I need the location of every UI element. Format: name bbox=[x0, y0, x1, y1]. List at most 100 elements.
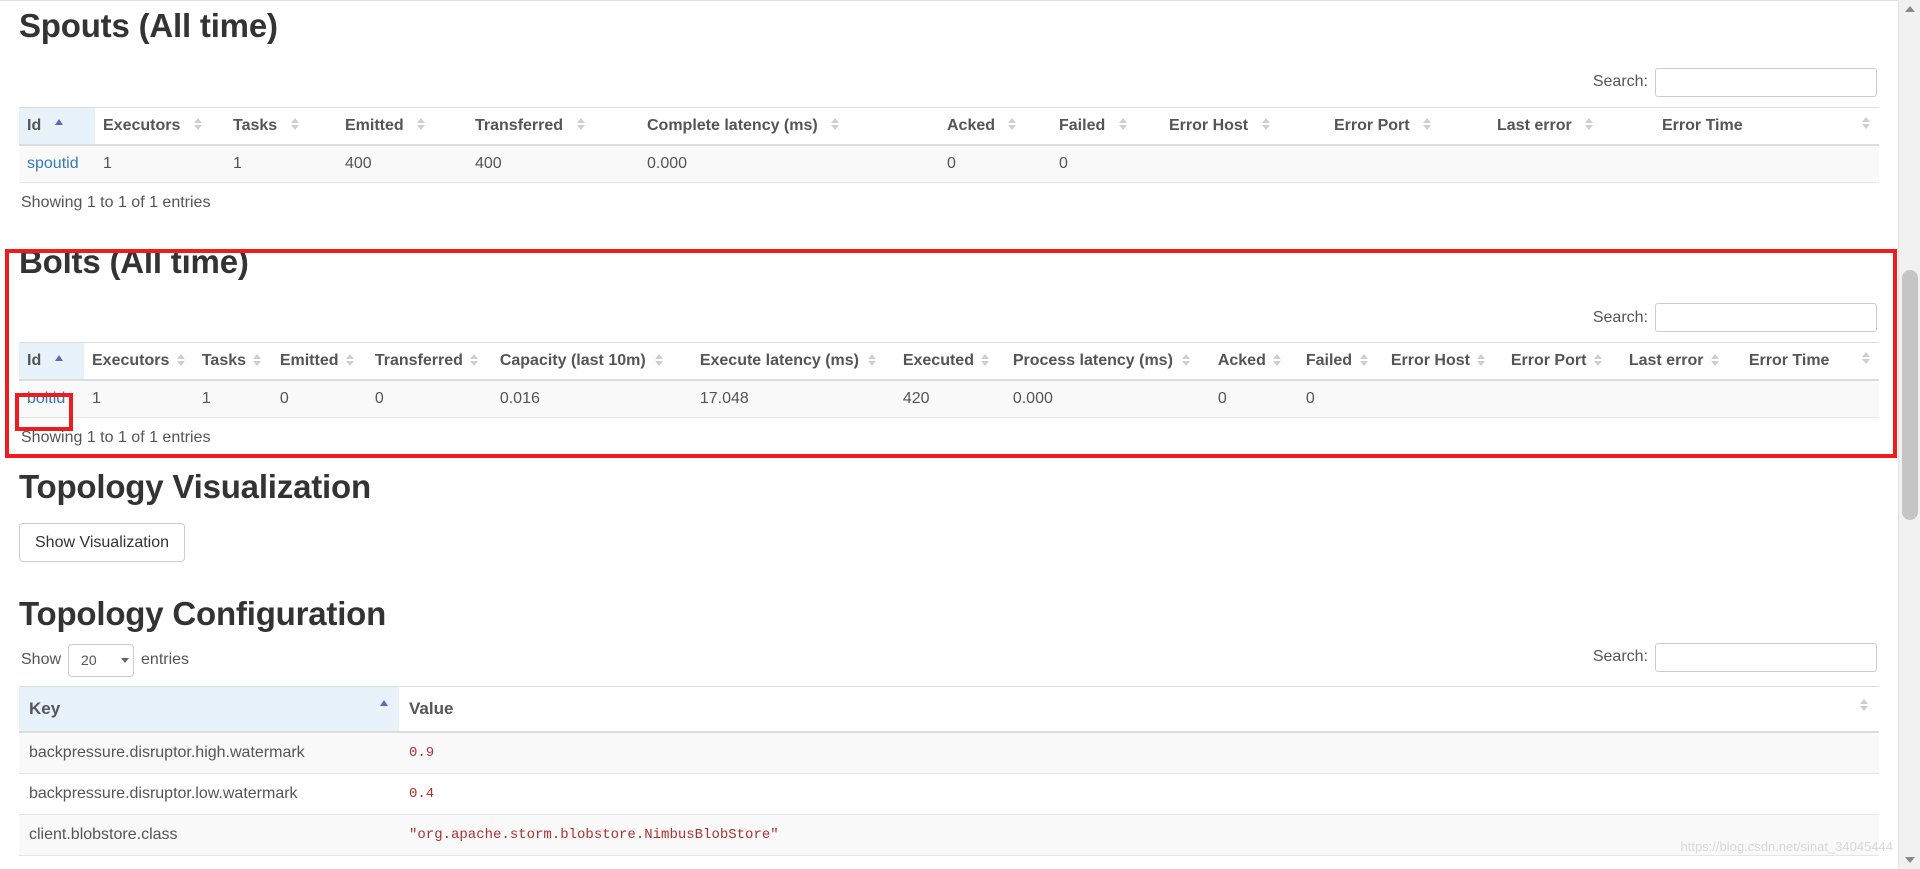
config-col-key[interactable]: Key bbox=[19, 685, 399, 733]
bolts-col-error-time[interactable]: Error Time bbox=[1740, 342, 1879, 382]
visualization-heading: Topology Visualization bbox=[19, 468, 371, 506]
config-show-label: Show bbox=[21, 651, 62, 669]
bolts-col-error-host[interactable]: Error Host bbox=[1382, 342, 1503, 382]
bolts-col-error-port[interactable]: Error Port bbox=[1502, 342, 1621, 382]
bolts-col-emitted[interactable]: Emitted bbox=[271, 342, 367, 382]
sort-both-icon bbox=[1359, 353, 1369, 367]
sort-both-icon bbox=[1181, 353, 1191, 367]
spouts-col-id[interactable]: Id bbox=[19, 106, 95, 146]
sort-asc-icon bbox=[54, 354, 64, 366]
config-table-body: backpressure.disruptor.high.watermark 0.… bbox=[19, 731, 1879, 856]
sort-both-icon bbox=[469, 353, 479, 367]
spout-emitted-cell: 400 bbox=[337, 144, 467, 183]
bolts-col-process-latency[interactable]: Process latency (ms) bbox=[1004, 342, 1210, 382]
bolts-col-transferred[interactable]: Transferred bbox=[366, 342, 492, 382]
sort-both-icon bbox=[416, 117, 426, 131]
table-row: boltid 1 1 0 0 0.016 17.048 420 0.000 0 … bbox=[19, 380, 1879, 419]
spouts-col-complete-latency[interactable]: Complete latency (ms) bbox=[639, 106, 939, 146]
bolt-executed-cell: 420 bbox=[894, 380, 1005, 419]
config-col-value[interactable]: Value bbox=[399, 685, 1879, 733]
bolt-id-link[interactable]: boltid bbox=[27, 390, 65, 407]
bolt-acked-cell: 0 bbox=[1209, 380, 1298, 419]
bolts-col-tasks[interactable]: Tasks bbox=[193, 342, 272, 382]
spout-id-link[interactable]: spoutid bbox=[27, 155, 79, 172]
sort-both-icon bbox=[1118, 117, 1128, 131]
spouts-col-transferred[interactable]: Transferred bbox=[467, 106, 639, 146]
page-top-divider bbox=[0, 0, 1898, 1]
spouts-col-error-port[interactable]: Error Port bbox=[1326, 106, 1489, 146]
scrollbar-thumb[interactable] bbox=[1902, 270, 1918, 520]
sort-asc-icon bbox=[379, 698, 389, 710]
sort-both-icon bbox=[1593, 353, 1603, 367]
bolts-col-id[interactable]: Id bbox=[19, 342, 84, 382]
config-key-cell: backpressure.disruptor.high.watermark bbox=[19, 731, 399, 774]
bolts-col-execute-latency[interactable]: Execute latency (ms) bbox=[691, 342, 895, 382]
config-search-label: Search: bbox=[1592, 648, 1648, 666]
show-visualization-button[interactable]: Show Visualization bbox=[19, 522, 186, 562]
spouts-col-last-error[interactable]: Last error bbox=[1489, 106, 1654, 146]
spout-acked-cell: 0 bbox=[939, 144, 1051, 183]
spouts-col-error-time[interactable]: Error Time bbox=[1654, 106, 1879, 146]
table-row: backpressure.disruptor.low.watermark 0.4 bbox=[19, 773, 1879, 815]
config-search-input[interactable] bbox=[1655, 642, 1877, 672]
bolt-executors-cell: 1 bbox=[84, 380, 194, 419]
spouts-table-head: Id Executors Tasks Emitted Transferred C… bbox=[19, 106, 1879, 146]
spout-executors-cell: 1 bbox=[95, 144, 225, 183]
bolts-table-body: boltid 1 1 0 0 0.016 17.048 420 0.000 0 … bbox=[19, 380, 1879, 419]
bolt-tasks-cell: 1 bbox=[193, 380, 272, 419]
sort-both-icon bbox=[176, 353, 186, 367]
sort-both-icon bbox=[252, 353, 262, 367]
spouts-table-body: spoutid 1 1 400 400 0.000 0 0 bbox=[19, 144, 1879, 183]
bolts-col-capacity[interactable]: Capacity (last 10m) bbox=[491, 342, 692, 382]
spout-tasks-cell: 1 bbox=[225, 144, 337, 183]
spouts-col-executors[interactable]: Executors bbox=[95, 106, 225, 146]
spouts-col-tasks[interactable]: Tasks bbox=[225, 106, 337, 146]
sort-asc-icon bbox=[54, 118, 64, 130]
spout-error-host-cell bbox=[1161, 144, 1326, 183]
spouts-showing-info: Showing 1 to 1 of 1 entries bbox=[21, 193, 211, 211]
chevron-down-icon bbox=[121, 657, 130, 663]
config-header-row: Key Value bbox=[19, 685, 1879, 733]
sort-both-icon bbox=[290, 117, 300, 131]
bolts-col-acked[interactable]: Acked bbox=[1209, 342, 1298, 382]
sort-both-icon bbox=[1861, 116, 1871, 130]
config-value-cell: 0.9 bbox=[399, 731, 1879, 774]
topology-page: Spouts (All time) Search: Id Executors T… bbox=[0, 0, 1920, 869]
bolts-col-executed[interactable]: Executed bbox=[894, 342, 1005, 382]
bolt-emitted-cell: 0 bbox=[271, 380, 367, 419]
bolts-showing-info: Showing 1 to 1 of 1 entries bbox=[21, 429, 211, 447]
bolts-col-executors[interactable]: Executors bbox=[84, 342, 194, 382]
config-page-size-select[interactable]: 20 bbox=[68, 643, 135, 677]
spouts-col-acked[interactable]: Acked bbox=[939, 106, 1051, 146]
bolts-col-failed[interactable]: Failed bbox=[1297, 342, 1383, 382]
config-page-size-value: 20 bbox=[81, 652, 97, 669]
sort-both-icon bbox=[193, 117, 203, 131]
sort-both-icon bbox=[1584, 117, 1594, 131]
bolt-error-time-cell bbox=[1740, 380, 1879, 419]
spout-error-port-cell bbox=[1326, 144, 1489, 183]
config-value-cell: 0.4 bbox=[399, 773, 1879, 815]
vertical-scrollbar[interactable] bbox=[1898, 0, 1920, 869]
bolt-execute-latency-cell: 17.048 bbox=[691, 380, 895, 419]
table-row: client.blobstore.class "org.apache.storm… bbox=[19, 814, 1879, 856]
scroll-up-arrow-icon[interactable] bbox=[1899, 0, 1920, 18]
sort-both-icon bbox=[576, 117, 586, 131]
config-search-row: Search: bbox=[19, 642, 1879, 672]
sort-both-icon bbox=[1261, 117, 1271, 131]
spout-failed-cell: 0 bbox=[1051, 144, 1161, 183]
sort-both-icon bbox=[654, 353, 664, 367]
spouts-search-input[interactable] bbox=[1655, 67, 1877, 97]
sort-both-icon bbox=[867, 353, 877, 367]
sort-both-icon bbox=[980, 353, 990, 367]
sort-both-icon bbox=[1710, 353, 1720, 367]
bolts-search-input[interactable] bbox=[1655, 303, 1877, 333]
spouts-col-emitted[interactable]: Emitted bbox=[337, 106, 467, 146]
bolts-col-last-error[interactable]: Last error bbox=[1620, 342, 1741, 382]
spouts-col-error-host[interactable]: Error Host bbox=[1161, 106, 1326, 146]
scroll-down-arrow-icon[interactable] bbox=[1899, 851, 1920, 869]
sort-both-icon bbox=[1272, 353, 1282, 367]
spouts-header-row: Id Executors Tasks Emitted Transferred C… bbox=[19, 106, 1879, 146]
spouts-col-failed[interactable]: Failed bbox=[1051, 106, 1161, 146]
spout-last-error-cell bbox=[1489, 144, 1654, 183]
spouts-search-row: Search: bbox=[19, 46, 1879, 107]
